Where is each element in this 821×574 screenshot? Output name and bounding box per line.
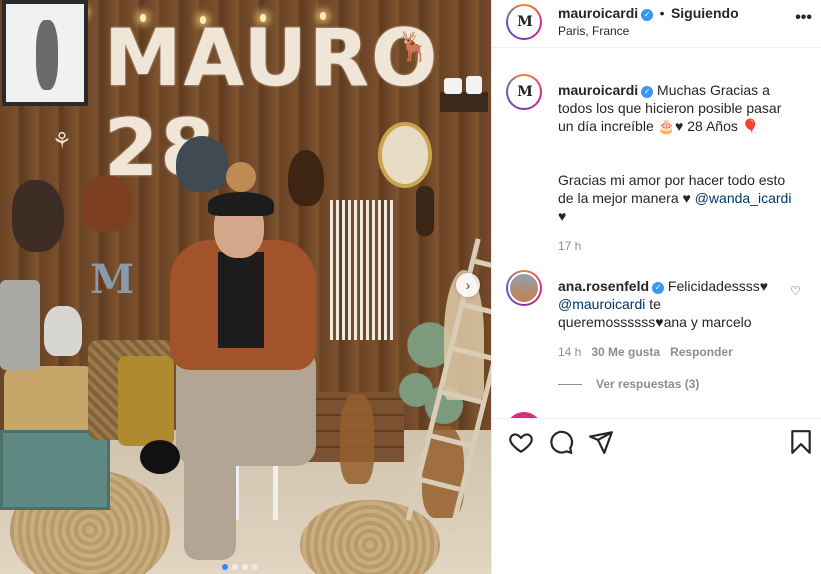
author-username[interactable]: mauroicardi <box>558 5 638 21</box>
comment-timestamp[interactable]: 14 h <box>558 345 581 359</box>
framed-bird-picture <box>2 0 88 106</box>
next-photo-button[interactable]: › <box>456 273 480 297</box>
comment-meta: 14 h 30 Me gusta Responder <box>558 345 733 359</box>
comment-likes-count[interactable]: 30 Me gusta <box>591 345 660 359</box>
mustard-blanket <box>118 356 174 446</box>
carousel-dot <box>252 564 258 570</box>
comment-text: Felicidadessss♥ <box>667 278 769 294</box>
header-separator: • <box>659 5 665 21</box>
ceramic-vase <box>44 306 82 356</box>
send-icon[interactable] <box>588 429 614 455</box>
caption-avatar-logo: M <box>517 84 532 100</box>
caption-mention-link[interactable]: @wanda_icardi <box>695 190 792 206</box>
comment-reply-button[interactable]: Responder <box>670 345 733 359</box>
post-caption: mauroicardi ✓ Muchas Gracias a todos los … <box>558 81 794 135</box>
header-title-row: mauroicardi ✓ • Siguiendo <box>558 5 739 23</box>
decorative-plate <box>378 122 432 188</box>
view-replies-label: Ver respuestas (3) <box>596 377 700 391</box>
post-location[interactable]: Paris, France <box>558 24 629 38</box>
commenter-avatar[interactable] <box>506 270 542 306</box>
hanging-cap <box>176 136 228 192</box>
wall-clock <box>226 162 256 192</box>
wall-shield <box>82 176 132 232</box>
verified-badge-icon: ✓ <box>641 86 654 98</box>
caption-username[interactable]: mauroicardi <box>558 82 638 98</box>
wall-tool <box>416 186 434 236</box>
fur-decoration <box>12 180 64 252</box>
heart-outline-icon: ♡ <box>790 284 801 298</box>
comment-mention-link[interactable]: @mauroicardi <box>558 296 645 312</box>
wall-shelf <box>440 76 488 112</box>
view-replies-button[interactable]: Ver respuestas (3) <box>558 377 699 391</box>
bellows <box>288 150 324 206</box>
carousel-dot <box>222 564 228 570</box>
commenter-username[interactable]: ana.rosenfeld <box>558 278 649 294</box>
macrame-hanging <box>330 200 394 340</box>
chevron-right-icon: › <box>465 277 471 293</box>
comment-body: ana.rosenfeld ✓ Felicidadessss♥ @mauroica… <box>558 277 780 331</box>
post-photo[interactable]: MAURO 28 🦌 ⚘ M › <box>0 0 491 574</box>
post-actions-bar <box>492 418 821 468</box>
more-options-button[interactable]: ••• <box>795 10 812 26</box>
person-leg <box>184 430 236 560</box>
author-avatar-logo: M <box>517 14 532 30</box>
post-side-panel: M mauroicardi ✓ • Siguiendo Paris, France… <box>491 0 821 574</box>
person-shirt <box>218 252 264 348</box>
carousel-indicator <box>222 564 258 570</box>
post-header: M mauroicardi ✓ • Siguiendo Paris, France… <box>492 0 821 48</box>
deer-skull-decoration: ⚘ <box>52 128 72 153</box>
follow-status-button[interactable]: Siguiendo <box>671 5 739 21</box>
caption-second-paragraph: Gracias mi amor por hacer todo esto de l… <box>558 171 794 225</box>
deer-head-decoration: 🦌 <box>396 31 431 62</box>
carousel-dot <box>232 564 238 570</box>
carousel-dot <box>242 564 248 570</box>
more-horizontal-icon: ••• <box>795 9 812 26</box>
caption-line2-end: ♥ <box>558 208 567 224</box>
glass-bottle <box>340 394 374 484</box>
person-shoe <box>140 440 180 474</box>
hay-bale <box>4 366 96 440</box>
replies-divider-line <box>558 383 582 385</box>
caption-timestamp[interactable]: 17 h <box>558 239 581 253</box>
comment-icon[interactable] <box>548 429 574 455</box>
verified-badge-icon: ✓ <box>641 9 654 21</box>
heart-icon[interactable] <box>508 429 534 455</box>
metal-can <box>0 280 40 370</box>
comment-like-button[interactable]: ♡ <box>790 284 801 298</box>
caption-avatar[interactable]: M <box>506 74 542 110</box>
person-cap <box>208 192 274 216</box>
wall-letter: M <box>90 256 135 303</box>
verified-badge-icon: ✓ <box>652 282 665 294</box>
bookmark-icon[interactable] <box>788 429 814 455</box>
author-avatar[interactable]: M <box>506 4 542 40</box>
blue-crate <box>0 430 110 510</box>
